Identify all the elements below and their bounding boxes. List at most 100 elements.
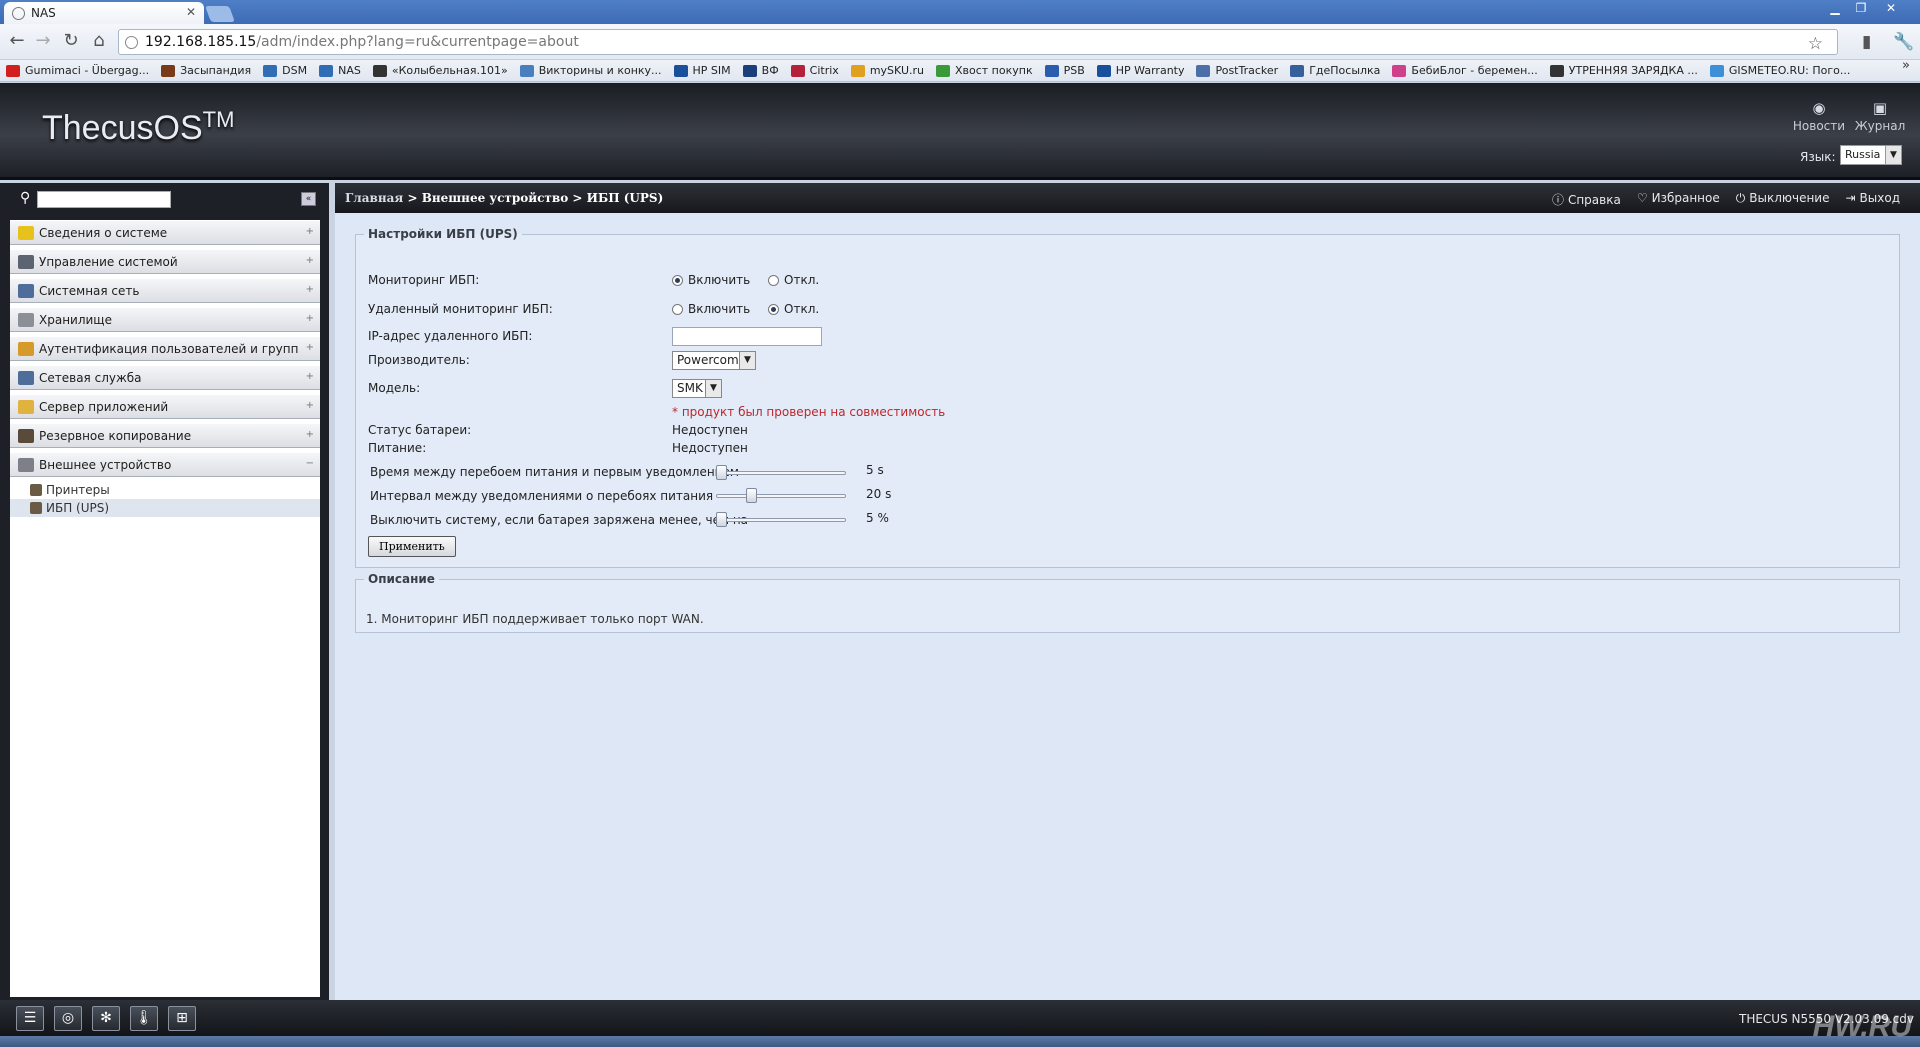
tab-favicon-icon [12, 6, 25, 20]
search-input[interactable] [37, 191, 171, 208]
breadcrumb-home-link[interactable]: Главная [345, 191, 403, 205]
notify-delay-slider[interactable] [716, 465, 846, 481]
sidebar-item[interactable]: Аутентификация пользователей и групп + [10, 336, 320, 361]
shutdown-button[interactable]: ⏻ Выключение [1736, 191, 1830, 208]
bookmark-item[interactable]: PSB [1044, 64, 1085, 77]
bookmark-item[interactable]: GISMETEO.RU: Пого... [1709, 64, 1850, 77]
expand-icon[interactable]: + [306, 255, 314, 266]
browser-tab-bar: NAS ✕ ▁ ❐ ✕ [0, 0, 1920, 24]
close-tab-icon[interactable]: ✕ [186, 5, 196, 19]
monitoring-disable-radio[interactable]: Откл. [768, 273, 819, 287]
forward-icon[interactable]: → [32, 32, 54, 50]
bookmark-item[interactable]: Gumimaci - Übergag... [6, 64, 149, 77]
reload-icon[interactable]: ↻ [60, 32, 82, 50]
bookmark-star-icon[interactable]: ☆ [1808, 32, 1823, 56]
close-window-icon[interactable]: ✕ [1878, 0, 1904, 18]
slider1-label: Время между перебоем питания и первым ув… [370, 465, 739, 479]
browser-tab[interactable]: NAS ✕ [4, 2, 204, 24]
sidebar-item[interactable]: Внешнее устройство − [10, 452, 320, 477]
device-icon [30, 502, 42, 514]
slider-thumb[interactable] [716, 512, 727, 527]
url-host: 192.168.185.15 [145, 34, 257, 50]
fan-dock-icon[interactable]: ✻ [92, 1006, 120, 1031]
slider2-label: Интервал между уведомлениями о перебоях … [370, 489, 714, 503]
menu-category-icon [18, 225, 34, 240]
home-icon[interactable]: ⌂ [88, 32, 110, 50]
restore-icon[interactable]: ❐ [1848, 0, 1874, 18]
expand-icon[interactable]: + [306, 313, 314, 324]
bookmark-favicon-icon [6, 64, 20, 77]
bookmark-item[interactable]: ВФ [742, 64, 779, 77]
favorites-button[interactable]: ♡ Избранное [1637, 191, 1720, 208]
bookmarks-overflow-icon[interactable]: » [1902, 58, 1910, 73]
bookmark-item[interactable]: mySKU.ru [850, 64, 924, 77]
news-link[interactable]: ◉ Новости [1789, 99, 1849, 133]
monitoring-enable-radio[interactable]: Включить [672, 273, 750, 287]
sidebar-item[interactable]: Управление системой + [10, 249, 320, 274]
wrench-icon[interactable]: 🔧 [1893, 32, 1914, 52]
temperature-dock-icon[interactable]: 🌡 [130, 1006, 158, 1031]
bookmark-item[interactable]: HP SIM [673, 64, 731, 77]
top-actions: ⓘ Справка ♡ Избранное ⏻ Выключение ⇥ Выход [1552, 191, 1900, 208]
bookmark-item[interactable]: Засыпандия [161, 64, 251, 77]
expand-icon[interactable]: + [306, 342, 314, 353]
network-dock-icon[interactable]: ⊞ [168, 1006, 196, 1031]
bookmark-item[interactable]: Хвост покупк [935, 64, 1033, 77]
slider-thumb[interactable] [716, 465, 727, 480]
page-info-icon[interactable] [125, 36, 138, 49]
sidebar-item[interactable]: Резервное копирование + [10, 423, 320, 448]
vendor-select[interactable]: Powercom ▼ [672, 351, 756, 370]
expand-icon[interactable]: + [306, 284, 314, 295]
collapse-sidebar-button[interactable]: « [301, 192, 316, 206]
sidebar-item[interactable]: Сервер приложений + [10, 394, 320, 419]
disk-dock-icon[interactable]: ◎ [54, 1006, 82, 1031]
bookmark-item[interactable]: Citrix [790, 64, 839, 77]
notify-interval-slider[interactable] [716, 488, 846, 504]
bookmark-item[interactable]: Викторины и конку... [519, 64, 662, 77]
bookmark-item[interactable]: УТРЕННЯЯ ЗАРЯДКА ... [1549, 64, 1698, 77]
model-select[interactable]: SMK ▼ [672, 379, 722, 398]
collapse-icon[interactable]: − [306, 458, 314, 469]
new-tab-button[interactable] [205, 6, 235, 22]
bookmark-item[interactable]: NAS [319, 64, 361, 77]
remote-disable-radio[interactable]: Откл. [768, 302, 819, 316]
help-button[interactable]: ⓘ Справка [1552, 191, 1621, 208]
bookmark-item[interactable]: HP Warranty [1096, 64, 1184, 77]
signal-icon[interactable]: ▮ [1862, 32, 1871, 52]
vendor-label: Производитель: [368, 353, 470, 367]
bookmark-item[interactable]: «Колыбельная.101» [372, 64, 508, 77]
expand-icon[interactable]: + [306, 400, 314, 411]
sidebar-subitem[interactable]: Принтеры [10, 481, 320, 499]
slider-thumb[interactable] [745, 488, 757, 503]
expand-icon[interactable]: + [306, 429, 314, 440]
menu-search: ⚲ « [10, 188, 320, 212]
sidebar-subitem[interactable]: ИБП (UPS) [10, 499, 320, 517]
language-label: Язык: [1800, 150, 1836, 164]
journal-link[interactable]: ▣ Журнал [1850, 99, 1910, 133]
remote-enable-radio[interactable]: Включить [672, 302, 750, 316]
sidebar-item[interactable]: Сетевая служба + [10, 365, 320, 390]
logout-button[interactable]: ⇥ Выход [1845, 191, 1900, 208]
back-icon[interactable]: ← [6, 32, 28, 50]
tab-title: NAS [31, 6, 56, 20]
search-icon: ⚲ [20, 190, 31, 206]
sidebar-item[interactable]: Системная сеть + [10, 278, 320, 303]
sidebar-item[interactable]: Сведения о системе + [10, 220, 320, 245]
radio-dot [768, 303, 780, 315]
shutdown-battery-slider[interactable] [716, 512, 846, 528]
address-bar[interactable]: 192.168.185.15/adm/index.php?lang=ru&cur… [118, 29, 1838, 55]
bookmark-favicon-icon [372, 64, 387, 77]
bookmark-item[interactable]: DSM [263, 64, 307, 77]
language-select[interactable]: Russia ▼ [1840, 145, 1902, 165]
bookmark-item[interactable]: PostTracker [1196, 64, 1278, 77]
bookmark-item[interactable]: БебиБлог - беремен... [1392, 64, 1538, 77]
bookmark-item[interactable]: ГдеПосылка [1290, 64, 1380, 77]
expand-icon[interactable]: + [306, 226, 314, 237]
expand-icon[interactable]: + [306, 371, 314, 382]
sidebar-item[interactable]: Хранилище + [10, 307, 320, 332]
remote-ip-input[interactable] [672, 327, 822, 346]
bookmark-favicon-icon [850, 64, 865, 77]
minimize-icon[interactable]: ▁ [1822, 0, 1848, 18]
storage-dock-icon[interactable]: ☰ [16, 1006, 44, 1031]
apply-button[interactable]: Применить [368, 536, 456, 557]
